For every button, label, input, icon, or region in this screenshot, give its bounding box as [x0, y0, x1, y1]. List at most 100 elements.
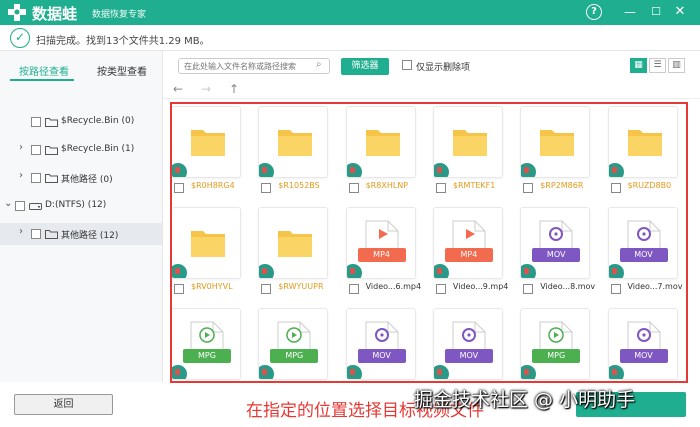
scan-status-bar: ✓ 扫描完成。找到13个文件共1.29 MB。 [0, 25, 700, 51]
chevron-right-icon[interactable]: › [19, 226, 23, 237]
folder-icon [278, 130, 313, 156]
close-button[interactable]: ✕ [672, 4, 688, 20]
file-checkbox[interactable] [174, 183, 184, 193]
chevron-down-icon[interactable]: ⌄ [4, 198, 12, 209]
file-checkbox[interactable] [348, 183, 359, 193]
file-thumbnail[interactable]: MPG [171, 308, 241, 380]
file-item[interactable]: MOV [600, 301, 688, 382]
active-tab-indicator [10, 79, 74, 81]
file-name: $R1052BS [278, 181, 320, 190]
file-thumbnail[interactable] [171, 207, 241, 279]
file-thumbnail[interactable]: MPG [258, 308, 329, 380]
file-thumbnail[interactable] [432, 106, 503, 178]
file-item[interactable]: MPG [163, 301, 251, 382]
tree-checkbox[interactable] [15, 201, 25, 211]
file-item[interactable]: $RV0HYVL [163, 200, 251, 300]
file-type-tag: MOV [619, 248, 668, 262]
file-item[interactable]: MPG [512, 301, 600, 382]
file-item[interactable]: MOV [338, 301, 426, 382]
file-thumbnail[interactable] [171, 106, 241, 178]
forward-arrow-icon[interactable]: → [201, 82, 211, 96]
deleted-only-checkbox[interactable] [402, 60, 412, 70]
folder-icon [278, 231, 313, 257]
file-checkbox[interactable] [435, 183, 446, 193]
search-icon[interactable]: ⌕ [316, 59, 322, 70]
file-thumbnail[interactable]: MOV [607, 308, 678, 380]
deleted-badge-icon [608, 264, 624, 278]
file-thumbnail[interactable]: MOV [345, 308, 416, 380]
up-arrow-icon[interactable]: ↑ [229, 82, 239, 96]
deleted-badge-icon [521, 264, 537, 278]
tree-checkbox[interactable] [31, 173, 41, 183]
tree-node-recycle-bin-1[interactable]: › $Recycle.Bin (1) [0, 139, 162, 161]
file-thumbnail[interactable] [345, 106, 416, 178]
file-item[interactable]: $RWYUUPR [250, 200, 338, 300]
app-name: 数据蛙 [32, 5, 78, 23]
file-grid: $R0H8RG4 $R1052BS $R8XHLNP $RMTEKF1 $RP2M86R… [163, 99, 700, 382]
file-item[interactable]: MP4 Video...6.mp4 [338, 200, 426, 300]
help-button[interactable]: ? [586, 4, 602, 20]
grid-view-icon[interactable]: ▦ [630, 58, 647, 73]
file-thumbnail[interactable] [258, 207, 329, 279]
tree-node-other-path-12[interactable]: › 其他路径 (12) [0, 223, 162, 245]
file-item[interactable]: $R8XHLNP [338, 99, 426, 199]
detail-view-icon[interactable]: ▥ [668, 58, 685, 73]
file-checkbox[interactable] [610, 284, 621, 294]
deleted-badge-icon [346, 264, 362, 278]
file-thumbnail[interactable]: MP4 [345, 207, 416, 279]
file-checkbox[interactable] [261, 284, 272, 294]
trash-icon [349, 268, 355, 274]
filter-button[interactable]: 筛选器 [341, 58, 389, 75]
back-button[interactable]: 返回 [14, 394, 113, 415]
tree-checkbox[interactable] [31, 145, 41, 155]
tab-by-path[interactable]: 按路径查看 [19, 63, 69, 78]
folder-icon [452, 130, 487, 156]
file-thumbnail[interactable]: MOV [432, 308, 503, 380]
file-checkbox[interactable] [610, 183, 621, 193]
deleted-badge-icon [433, 264, 449, 278]
file-checkbox[interactable] [523, 183, 534, 193]
tree-checkbox[interactable] [31, 117, 41, 127]
file-checkbox[interactable] [348, 284, 359, 294]
file-thumbnail[interactable] [520, 106, 591, 178]
file-thumbnail[interactable] [258, 106, 329, 178]
file-checkbox[interactable] [174, 284, 184, 294]
list-view-icon[interactable]: ☰ [649, 58, 666, 73]
file-thumbnail[interactable]: MOV [520, 207, 591, 279]
chevron-right-icon[interactable]: › [19, 142, 23, 153]
maximize-button[interactable]: ☐ [648, 4, 664, 20]
file-item[interactable]: MOV [425, 301, 513, 382]
file-checkbox[interactable] [523, 284, 534, 294]
minimize-button[interactable]: — [622, 4, 638, 20]
search-input[interactable] [178, 58, 330, 74]
file-thumbnail[interactable]: MPG [520, 308, 591, 380]
file-item[interactable]: $RP2M86R [512, 99, 600, 199]
back-arrow-icon[interactable]: ← [173, 82, 183, 96]
file-item[interactable]: $R1052BS [250, 99, 338, 199]
file-name: $RV0HYVL [191, 282, 233, 291]
file-thumbnail[interactable] [607, 106, 678, 178]
folder-outline-icon [45, 118, 58, 127]
file-checkbox[interactable] [261, 183, 272, 193]
file-item[interactable]: MPG [250, 301, 338, 382]
file-item[interactable]: MOV Video...8.mov [512, 200, 600, 300]
file-item[interactable]: MP4 Video...9.mp4 [425, 200, 513, 300]
file-thumbnail[interactable]: MP4 [432, 207, 503, 279]
file-item[interactable]: $RUZD8B0 [600, 99, 688, 199]
file-item[interactable]: $R0H8RG4 [163, 99, 251, 199]
tab-by-type[interactable]: 按类型查看 [97, 63, 147, 78]
file-thumbnail[interactable]: MOV [607, 207, 678, 279]
deleted-badge-icon [172, 264, 187, 278]
trash-icon [611, 268, 617, 274]
tree-node-recycle-bin-0[interactable]: $Recycle.Bin (0) [0, 111, 162, 133]
file-checkbox[interactable] [435, 284, 446, 294]
file-item[interactable]: $RMTEKF1 [425, 99, 513, 199]
tree-node-other-path-0[interactable]: › 其他路径 (0) [0, 167, 162, 189]
title-bar: 数据蛙 数据恢复专家 ? — ☐ ✕ [0, 0, 700, 25]
tree-node-drive-d[interactable]: ⌄ D:(NTFS) (12) [0, 195, 162, 217]
file-item[interactable]: MOV Video...7.mov [600, 200, 688, 300]
deleted-badge-icon [346, 365, 362, 379]
tree-checkbox[interactable] [31, 229, 41, 239]
deleted-badge-icon [172, 365, 187, 379]
chevron-right-icon[interactable]: › [19, 170, 23, 181]
